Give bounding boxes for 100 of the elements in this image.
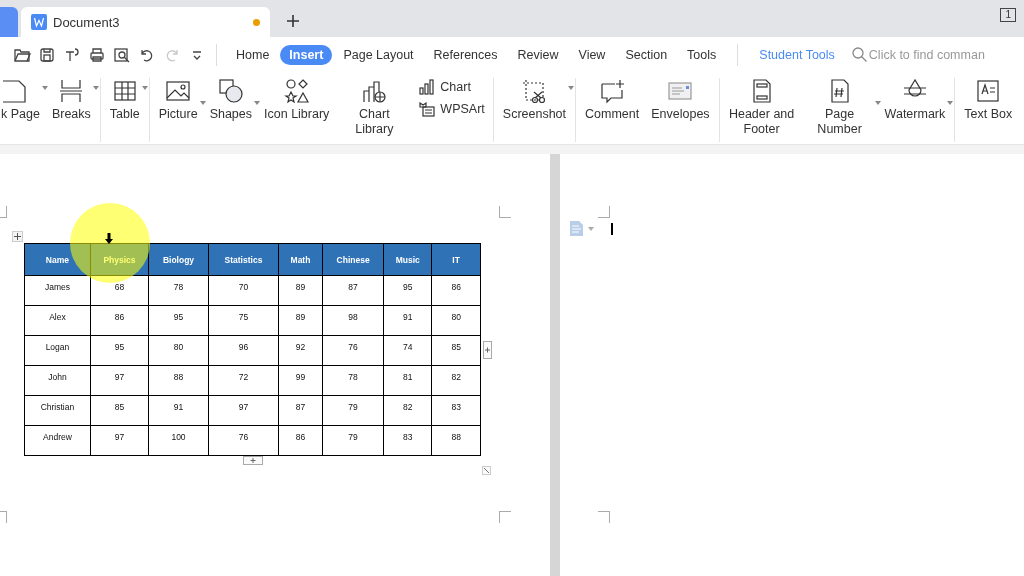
- table-cell: 99: [278, 365, 323, 396]
- column-header: Chinese: [322, 243, 384, 276]
- table-cell: 80: [431, 305, 481, 336]
- ribbon-button[interactable]: k Page: [1, 78, 44, 122]
- down-arrow-cursor-icon: [105, 233, 113, 244]
- table-cell: 85: [431, 335, 481, 366]
- text-box-icon: [975, 78, 1002, 104]
- window-count[interactable]: 1: [1000, 8, 1016, 22]
- table-cell: James: [24, 275, 91, 306]
- menu-tab[interactable]: Review: [508, 44, 568, 65]
- table-cell: 87: [322, 275, 384, 306]
- command-search-field[interactable]: Click to find comman: [851, 47, 993, 62]
- table-cell: 96: [208, 335, 279, 366]
- document-tab[interactable]: Document3: [21, 7, 270, 37]
- ribbon-button[interactable]: Chart: [415, 78, 488, 96]
- table-cell: 82: [431, 365, 481, 396]
- table-cell: 87: [278, 395, 323, 426]
- menu-tab[interactable]: Tools: [678, 44, 726, 65]
- table-cell: 78: [322, 365, 384, 396]
- table-cell: 89: [278, 275, 323, 306]
- column-header: Biology: [148, 243, 209, 276]
- print-preview-icon[interactable]: [113, 45, 131, 64]
- dropdown-caret-icon: [568, 86, 575, 90]
- ribbon-button[interactable]: Icon Library: [260, 78, 334, 137]
- ribbon-button[interactable]: Envelopes: [647, 78, 714, 122]
- dropdown-caret-icon: [254, 101, 261, 105]
- column-header: Math: [278, 243, 323, 276]
- dropdown-caret-icon: [92, 86, 99, 90]
- table-cell: 91: [383, 305, 432, 336]
- table-cell: 81: [383, 365, 432, 396]
- chart-library-icon: [361, 78, 388, 104]
- ribbon-button[interactable]: Breaks: [47, 78, 95, 122]
- table-cell: 95: [90, 335, 149, 366]
- dropdown-caret-icon: [947, 101, 954, 105]
- table-cell: 88: [148, 365, 209, 396]
- table-cell: 95: [383, 275, 432, 306]
- table-cell: 79: [322, 425, 384, 456]
- add-column-icon[interactable]: [483, 341, 492, 359]
- table-cell: Christian: [24, 395, 91, 426]
- picture-icon: [165, 78, 192, 104]
- menu-tab[interactable]: View: [569, 44, 615, 65]
- ribbon-button[interactable]: Table: [105, 78, 144, 122]
- search-icon: [851, 47, 867, 62]
- column-header: Music: [383, 243, 432, 276]
- writer-logo-icon: [31, 14, 47, 30]
- table-cell: 88: [431, 425, 481, 456]
- ribbon-button[interactable]: Watermark: [880, 78, 950, 137]
- table-cell: 97: [90, 425, 149, 456]
- table-cell: 86: [278, 425, 323, 456]
- format-painter-icon[interactable]: [63, 45, 81, 64]
- table-cell: John: [24, 365, 91, 396]
- save-icon[interactable]: [38, 45, 56, 64]
- table-move-handle-icon[interactable]: [12, 231, 23, 242]
- menu-tab[interactable]: References: [424, 44, 507, 65]
- table-cell: 86: [431, 275, 481, 306]
- table-cell: 83: [383, 425, 432, 456]
- table-cell: 97: [208, 395, 279, 426]
- table-cell: 75: [208, 305, 279, 336]
- table-cell: 78: [148, 275, 209, 306]
- table-cell: 82: [383, 395, 432, 426]
- table-cell: 76: [208, 425, 279, 456]
- document-title: Document3: [53, 14, 121, 30]
- table-cell: 85: [90, 395, 149, 426]
- menu-tab[interactable]: Home: [227, 44, 279, 65]
- ribbon-button[interactable]: Shapes: [205, 78, 257, 137]
- shapes-icon: [217, 78, 244, 104]
- menu-tab[interactable]: Section: [616, 44, 677, 65]
- breaks-icon: [58, 78, 85, 104]
- menu-tab[interactable]: Page Layout: [334, 44, 423, 65]
- table-cell: 100: [148, 425, 209, 456]
- dropdown-caret-icon: [874, 101, 881, 105]
- table-cell: 92: [278, 335, 323, 366]
- column-header: Physics: [90, 243, 149, 276]
- ribbon-button[interactable]: Chart Library: [337, 78, 412, 137]
- page-icon: [1, 78, 27, 104]
- table-cell: 70: [208, 275, 279, 306]
- ribbon-button[interactable]: Comment: [581, 78, 644, 122]
- table-cell: 83: [431, 395, 481, 426]
- ribbon-button[interactable]: Header and Footer: [724, 78, 799, 137]
- ribbon-button[interactable]: Screenshot: [498, 78, 571, 122]
- column-header: Statistics: [208, 243, 279, 276]
- table-cell: Andrew: [24, 425, 91, 456]
- table-cell: 74: [383, 335, 432, 366]
- ribbon-button[interactable]: WPSArt: [415, 100, 488, 118]
- comment-icon: [599, 78, 626, 104]
- ribbon-button[interactable]: Page Number: [802, 78, 877, 137]
- ribbon-button[interactable]: Picture: [154, 78, 202, 137]
- table-cell: 98: [322, 305, 384, 336]
- table-cell: 95: [148, 305, 209, 336]
- new-tab-icon[interactable]: [286, 14, 300, 28]
- table-cell: 97: [90, 365, 149, 396]
- art-text-icon: [418, 100, 437, 118]
- print-icon[interactable]: [88, 45, 106, 64]
- resize-handle-icon[interactable]: [482, 466, 491, 475]
- table-cell: 68: [90, 275, 149, 306]
- add-row-icon[interactable]: [242, 456, 263, 465]
- table-cell: 80: [148, 335, 209, 366]
- ribbon-button[interactable]: Text Box: [960, 78, 1017, 122]
- dropdown-caret-icon: [41, 86, 48, 90]
- table-cell: 72: [208, 365, 279, 396]
